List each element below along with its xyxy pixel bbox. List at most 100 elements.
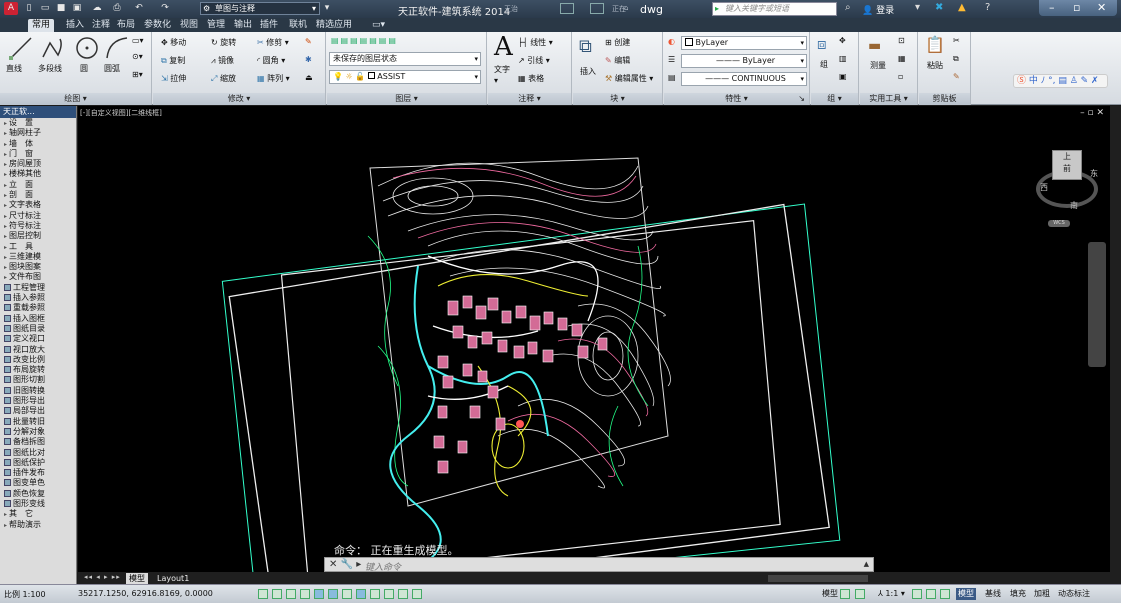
ducs-icon[interactable] [342,589,352,599]
palette-item[interactable]: ▸ 门 窗 [0,149,76,159]
trim-button[interactable]: ✂ 修剪 ▾ [257,37,289,48]
login-dropdown-icon[interactable]: ▾ [915,2,920,13]
create-block-button[interactable]: ⊞ 创建 [605,37,630,48]
clipboard-panel-title[interactable]: 剪贴板 [919,93,970,105]
array-button[interactable]: ▦ 阵列 ▾ [257,73,290,84]
dyn-icon[interactable] [356,589,366,599]
palette-item[interactable]: ▸ 文字表格 [0,200,76,210]
palette-item[interactable]: ▸ 工 具 [0,242,76,252]
palette-item[interactable]: ▸ 帮助演示 [0,520,76,530]
edit-attributes-button[interactable]: ⚒ 编辑属性 ▾ [605,73,653,84]
palette-item[interactable]: ▸ 楼梯其他 [0,169,76,179]
measure-button[interactable]: 测量 [870,60,886,71]
selection-cycle-icon[interactable] [412,589,422,599]
quick-view-layouts-icon[interactable] [840,589,850,599]
panel-launcher-icon[interactable]: ↘ [798,93,805,105]
annotation-panel-title[interactable]: 注释 ▾ [488,93,571,105]
search-input[interactable]: ▸ 键入关键字或短语 [712,2,837,16]
fillet-button[interactable]: ◜ 圆角 ▾ [257,55,285,66]
point-style-icon[interactable]: ▫ [898,72,903,81]
hatch-icon[interactable]: ⊙▾ [132,52,143,61]
otrack-icon[interactable] [328,589,338,599]
properties-panel-title[interactable]: 特性 ▾ ↘ [664,93,809,105]
insert-block-icon[interactable]: ⧉ [579,36,592,57]
tab-model[interactable]: 模型 [126,573,148,584]
circle-icon[interactable] [74,35,100,61]
layout-nav-arrows[interactable]: ◂◂ ◂ ▸ ▸▸ [84,573,121,581]
status-fill[interactable]: 填充 [1008,588,1028,600]
ortho-icon[interactable] [286,589,296,599]
login-button[interactable]: 👤 登录 [862,3,894,16]
vertical-scrollbar[interactable] [1110,106,1121,572]
status-model[interactable]: 模型 [956,588,976,600]
app-menu-icon[interactable]: A [4,2,18,15]
copy-clip-icon[interactable]: ⧉ [953,54,959,64]
annotation-visibility-icon[interactable] [912,589,922,599]
palette-item[interactable]: 图形导出 [0,396,76,406]
text-dropdown-icon[interactable]: ▾ [494,76,498,85]
viewcube-east[interactable]: 东 [1090,168,1098,179]
close-icon[interactable]: ✕ 🔧 ▸ [329,559,361,570]
tab-online[interactable]: 联机 [285,19,311,32]
autodesk-360-icon[interactable]: ▲ [958,2,966,13]
insert-button[interactable]: 插入 [580,66,596,77]
palette-item[interactable]: 视口放大 [0,345,76,355]
palette-item[interactable]: ▸ 图块图案 [0,262,76,272]
tab-view[interactable]: 视图 [176,19,202,32]
palette-item[interactable]: 颜色恢复 [0,489,76,499]
arc-button[interactable]: 圆弧 [104,63,120,74]
palette-item[interactable]: 图变单色 [0,478,76,488]
leader-button[interactable]: ↗ 引线 ▾ [518,55,550,66]
binoculars-icon[interactable]: ⌕ [845,2,851,13]
polar-icon[interactable] [300,589,310,599]
viewcube-south[interactable]: 南 [1070,200,1078,211]
palette-item[interactable]: ▸ 图层控制 [0,231,76,241]
group-button[interactable]: 组 [820,59,828,70]
open-file-icon[interactable]: ▭ [38,2,52,15]
save-icon[interactable]: ■ [54,2,68,15]
quick-props-icon[interactable] [398,589,408,599]
undo-icon[interactable]: ↶ [132,2,146,15]
cloud-icon[interactable]: ☁ [90,2,104,15]
palette-item[interactable]: ▸ 轴网柱子 [0,128,76,138]
viewcube[interactable]: 上 前 东 西 南 [1028,146,1106,216]
calculator-icon[interactable]: ▦ [898,54,906,63]
status-baseline[interactable]: 基线 [983,588,1003,600]
cut-icon[interactable]: ✂ [953,36,960,45]
tab-featured-apps[interactable]: 精选应用 [312,19,356,32]
gradient-icon[interactable]: ⊞▾ [132,70,143,79]
model-toggle[interactable]: 模型 [820,588,840,600]
groups-panel-title[interactable]: 组 ▾ [811,93,858,105]
polyline-button[interactable]: 多段线 [38,63,62,74]
redo-icon[interactable]: ↷ [158,2,172,15]
close-icon[interactable]: ✕ [1097,1,1106,14]
layer-dropdown[interactable]: 💡 ☼ 🔓 ASSIST ▾ [329,70,481,84]
match-properties-icon[interactable]: ◐ [668,37,675,46]
palette-item[interactable]: 局部导出 [0,406,76,416]
navigation-bar[interactable] [1088,242,1106,367]
block-panel-title[interactable]: 块 ▾ [573,93,662,105]
text-button[interactable]: 文字 [494,64,510,75]
quick-view-drawings-icon[interactable] [855,589,865,599]
palette-item[interactable]: 插件发布 [0,468,76,478]
palette-item[interactable]: 图纸比对 [0,448,76,458]
linetype-dropdown[interactable]: ——— CONTINUOUS ▾ [681,72,807,86]
tab-home[interactable]: 常用 [28,19,55,32]
text-icon[interactable]: A [494,32,513,62]
chevron-up-icon[interactable]: ▲ [864,560,869,568]
palette-item[interactable]: 批量转旧 [0,417,76,427]
tab-annotate[interactable]: 注释 [88,19,114,32]
group-edit-icon[interactable]: ▥ [839,54,847,63]
ribbon-minimize-icon[interactable]: ▭▾ [368,19,389,32]
viewcube-front-face[interactable]: 前 [1053,163,1081,175]
palette-item[interactable]: ▸ 房间屋顶 [0,159,76,169]
move-button[interactable]: ✥ 移动 [161,37,186,48]
status-dynamic-dim[interactable]: 动态标注 [1056,588,1092,600]
snap-icon[interactable] [258,589,268,599]
ime-toolbar[interactable]: Ⓢ 中 ﾉ °, ▤ ♙ ✎ ✗ [1013,74,1108,88]
palette-item[interactable]: ▸ 墙 体 [0,139,76,149]
minimize-icon[interactable]: – [1049,1,1055,14]
layer-tools-icons[interactable]: ▤▤▤▤▤▤▤ [331,36,398,45]
tab-insert[interactable]: 插入 [62,19,88,32]
palette-item[interactable]: 工程管理 [0,283,76,293]
